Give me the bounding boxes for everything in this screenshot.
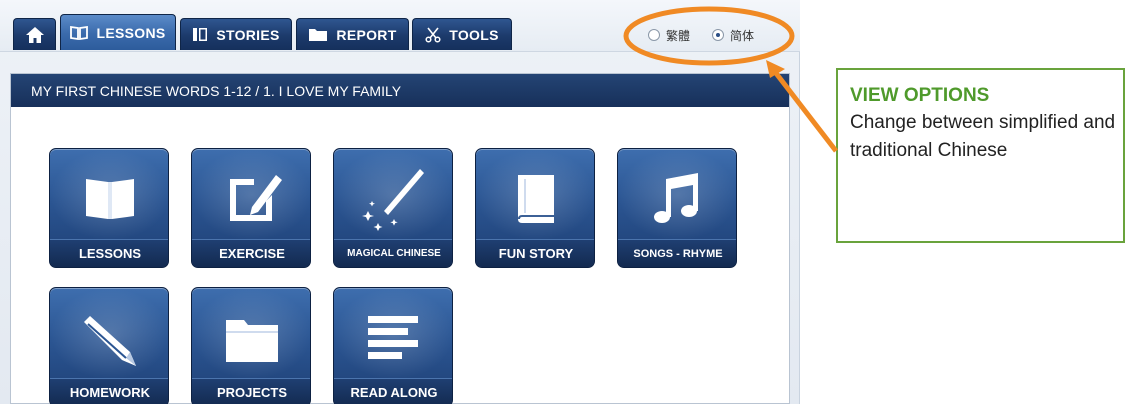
tab-lessons[interactable]: LESSONS — [60, 14, 176, 50]
home-icon — [25, 26, 44, 43]
pencil-icon — [84, 316, 136, 366]
tile-fun-story[interactable]: FUN STORY — [475, 148, 595, 268]
tab-label: TOOLS — [449, 26, 499, 43]
tile-read-along[interactable]: READ ALONG — [333, 287, 453, 404]
tile-lessons[interactable]: LESSONS — [49, 148, 169, 268]
tab-report[interactable]: REPORT — [296, 18, 409, 50]
tab-tools[interactable]: TOOLS — [412, 18, 512, 50]
tile-label: LESSONS — [50, 239, 168, 267]
tab-home[interactable] — [13, 18, 56, 50]
tile-label: MAGICAL CHINESE — [334, 239, 452, 267]
tile-projects[interactable]: PROJECTS — [191, 287, 311, 404]
callout-title: VIEW OPTIONS — [850, 85, 990, 106]
radio-simplified[interactable] — [712, 29, 725, 41]
folder-icon — [226, 320, 278, 362]
folder-icon — [309, 29, 328, 41]
tile-songs-rhyme[interactable]: SONGS - RHYME — [617, 148, 737, 268]
tab-label: LESSONS — [96, 24, 166, 41]
view-options-callout: VIEW OPTIONS Change between simplified a… — [836, 68, 1125, 243]
tile-label: EXERCISE — [192, 239, 310, 267]
tile-homework[interactable]: HOMEWORK — [49, 287, 169, 404]
tile-magical-chinese[interactable]: MAGICAL CHINESE — [333, 148, 453, 268]
tile-label: FUN STORY — [476, 239, 594, 267]
breadcrumb: MY FIRST CHINESE WORDS 1-12 / 1. I LOVE … — [11, 74, 789, 107]
view-options: 繁體 简体 — [648, 26, 776, 44]
traditional-label: 繁體 — [666, 28, 691, 43]
tile-label: PROJECTS — [192, 378, 310, 404]
tile-label: HOMEWORK — [50, 378, 168, 404]
simplified-label: 简体 — [730, 28, 755, 43]
stories-icon — [193, 28, 208, 41]
magic-wand-icon — [362, 169, 424, 231]
tab-label: REPORT — [336, 26, 397, 43]
scissors-icon — [425, 27, 441, 43]
tab-label: STORIES — [216, 26, 280, 43]
storybook-icon — [518, 175, 554, 223]
book-icon — [70, 25, 89, 40]
text-lines-icon — [368, 316, 418, 359]
tab-stories[interactable]: STORIES — [180, 18, 292, 50]
tile-label: SONGS - RHYME — [618, 239, 736, 267]
tile-label: READ ALONG — [334, 378, 452, 404]
book-icon — [86, 179, 134, 219]
radio-traditional[interactable] — [648, 29, 660, 41]
callout-body: Change between simplified and traditiona… — [850, 112, 1116, 161]
edit-icon — [230, 175, 282, 221]
app-window: LESSONS STORIES REPORT TOOLS 繁體 简体 MY FI… — [0, 0, 800, 404]
music-note-icon — [654, 173, 698, 223]
tile-exercise[interactable]: EXERCISE — [191, 148, 311, 268]
tab-bar: LESSONS STORIES REPORT TOOLS 繁體 简体 — [0, 0, 800, 52]
